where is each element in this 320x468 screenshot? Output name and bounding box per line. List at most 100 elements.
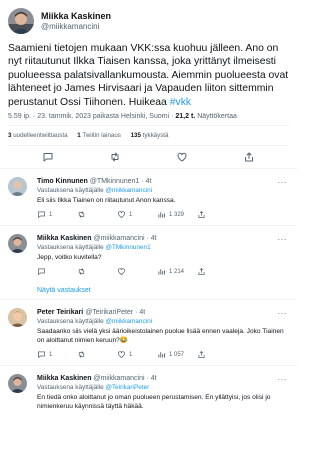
more-options-icon[interactable]: ···	[278, 178, 288, 187]
avatar[interactable]	[8, 308, 27, 328]
like-icon	[118, 268, 125, 275]
quotes-stat[interactable]: 1 Twiitin lainaus	[77, 132, 121, 139]
likes-stat[interactable]: 135 tykkäystä	[131, 132, 169, 139]
views-button[interactable]: 1 057	[157, 350, 197, 359]
reply-tweet[interactable]: Miikka Kaskinen @miikkamancini · 4t Vast…	[0, 365, 297, 417]
reply-icon	[38, 211, 45, 219]
reply-button[interactable]: 1	[37, 210, 77, 219]
tweet-time[interactable]: 5.59 ip.	[8, 113, 31, 120]
reply-actions: 1 1 1 057	[37, 350, 289, 359]
views-icon	[158, 269, 165, 275]
main-tweet-header: Miikka Kaskinen @miikkamancini	[0, 0, 297, 36]
replying-to: Vastauksena käyttäjälle @TeirikariPeter	[37, 384, 150, 392]
reply-tweet[interactable]: Miikka Kaskinen @miikkamancini · 4t Vast…	[0, 225, 297, 282]
more-options-icon[interactable]: ···	[278, 375, 288, 384]
reply-time[interactable]: 4t	[151, 374, 157, 383]
main-tweet-actions	[0, 146, 297, 168]
tweet-text: Saamieni tietojen mukaan VKK:ssa kuohuu …	[0, 36, 297, 109]
views-icon	[158, 212, 165, 218]
views-count: 21,2 t.	[175, 113, 196, 121]
reply-tweet[interactable]: Timo Kinnunen @TMkinnunen1 · 4t Vastauks…	[0, 168, 297, 225]
author-block: Miikka Kaskinen @miikkamancini	[41, 11, 111, 31]
mention-link[interactable]: @miikkamancini	[105, 187, 152, 194]
show-replies-link[interactable]: Näytä vastaukset	[0, 282, 297, 299]
share-icon[interactable]	[243, 151, 255, 163]
mention-link[interactable]: @TeirikariPeter	[105, 384, 149, 391]
author-handle[interactable]: @TeirikariPeter	[85, 308, 133, 317]
share-button[interactable]	[197, 350, 237, 359]
avatar-photo-icon	[8, 8, 34, 34]
like-icon	[118, 211, 125, 218]
like-button[interactable]	[117, 267, 157, 276]
author-handle[interactable]: @TMkinnunen1	[90, 177, 140, 186]
retweet-button[interactable]	[77, 350, 117, 359]
retweet-icon	[78, 351, 85, 358]
author-handle[interactable]: @miikkamancini	[93, 374, 144, 383]
views-button[interactable]: 1 329	[157, 210, 197, 219]
tweet-location: paikasta Helsinki, Suomi	[92, 113, 170, 121]
avatar-photo-icon	[8, 234, 27, 254]
replying-to: Vastauksena käyttäjälle @miikkamancini	[37, 187, 153, 195]
tweet-body: Saamieni tietojen mukaan VKK:ssa kuohuu …	[8, 43, 289, 108]
more-options-icon[interactable]: ···	[278, 309, 288, 318]
meta-separator: ·	[32, 113, 36, 121]
reply-time[interactable]: 4t	[139, 308, 145, 317]
reply-icon	[38, 268, 45, 276]
author-handle[interactable]: @miikkamancini	[93, 234, 144, 243]
like-button[interactable]: 1	[117, 210, 157, 219]
hashtag-link[interactable]: #vkk	[170, 97, 191, 108]
share-icon	[198, 351, 205, 358]
retweet-button[interactable]	[77, 267, 117, 276]
share-button[interactable]	[197, 267, 237, 276]
views-label: Näyttökertaa	[197, 113, 237, 121]
replying-to: Vastauksena käyttäjälle @miikkamancini	[37, 318, 153, 326]
like-icon[interactable]	[176, 151, 188, 163]
retweet-icon	[78, 211, 85, 218]
share-icon	[198, 268, 205, 275]
like-icon	[118, 351, 125, 358]
mention-link[interactable]: @miikkamancini	[105, 318, 152, 325]
reply-icon[interactable]	[42, 151, 54, 163]
retweet-button[interactable]	[77, 210, 117, 219]
tweet-meta: 5.59 ip. · 23. tammik. 2023 paikasta Hel…	[0, 109, 297, 125]
avatar[interactable]	[8, 374, 27, 394]
reply-actions: 1 214	[37, 267, 289, 276]
reply-tweet[interactable]: Peter Teirikari @TeirikariPeter · 4t Vas…	[0, 299, 297, 365]
author-name[interactable]: Peter Teirikari	[37, 308, 83, 317]
avatar-photo-icon	[8, 374, 27, 394]
reply-text: Jepp, voitko kuvitella?	[37, 254, 102, 262]
tweet-date[interactable]: 23. tammik. 2023	[37, 113, 91, 120]
reply-text: Eli siis Ilkka Tiainen on riitautunut An…	[37, 197, 176, 205]
reply-icon	[38, 351, 45, 359]
reply-text: En tiedä onko aloittanut jo oman puoluee…	[37, 394, 271, 411]
views-icon	[158, 352, 165, 358]
more-options-icon[interactable]: ···	[278, 235, 288, 244]
share-button[interactable]	[197, 210, 237, 219]
reply-actions: 1 1 1 329	[37, 210, 289, 219]
avatar[interactable]	[8, 177, 27, 197]
author-name[interactable]: Miikka Kaskinen	[41, 11, 111, 21]
avatar[interactable]	[8, 234, 27, 254]
reply-time[interactable]: 4t	[146, 177, 152, 186]
avatar-photo-icon	[8, 308, 27, 328]
retweets-stat[interactable]: 3 uudelleentwiittausta	[8, 132, 68, 139]
reply-time[interactable]: 4t	[151, 234, 157, 243]
avatar-photo-icon	[8, 177, 27, 197]
reply-button[interactable]: 1	[37, 350, 77, 359]
mention-link[interactable]: @TMkinnunen1	[105, 244, 150, 251]
replying-to: Vastauksena käyttäjälle @TMkinnunen1	[37, 244, 151, 252]
like-button[interactable]: 1	[117, 350, 157, 359]
retweet-icon	[78, 268, 85, 275]
author-name[interactable]: Miikka Kaskinen	[37, 374, 91, 383]
share-icon	[198, 211, 205, 218]
avatar[interactable]	[8, 8, 34, 34]
author-handle[interactable]: @miikkamancini	[41, 22, 111, 31]
views-button[interactable]: 1 214	[157, 267, 197, 276]
author-name[interactable]: Miikka Kaskinen	[37, 234, 91, 243]
meta-separator: ·	[171, 113, 174, 121]
reply-text: Saadaanko siis vielä yksi äärioikeistola…	[37, 328, 284, 345]
author-name[interactable]: Timo Kinnunen	[37, 177, 88, 186]
reply-button[interactable]	[37, 267, 77, 276]
tweet-thread-page: Miikka Kaskinen @miikkamancini Saamieni …	[0, 0, 297, 468]
retweet-icon[interactable]	[109, 151, 121, 163]
